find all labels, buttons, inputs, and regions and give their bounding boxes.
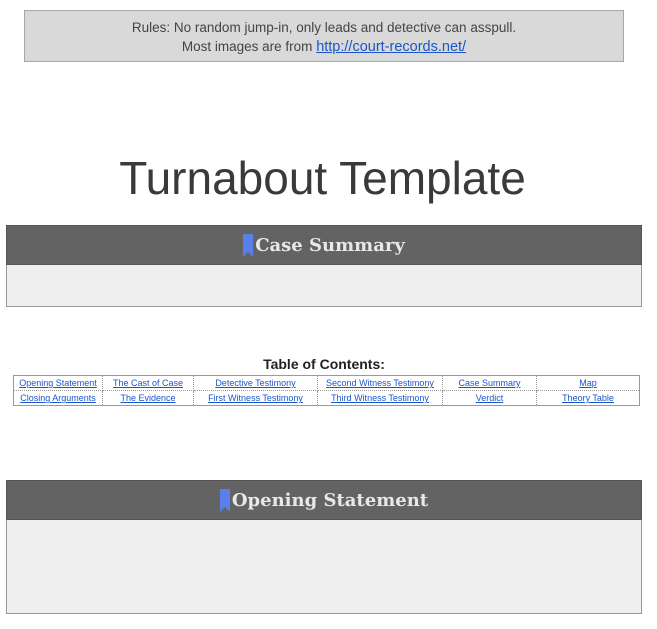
toc-cell: The Cast of Case	[102, 375, 194, 391]
toc-cell: Closing Arguments	[13, 390, 103, 406]
toc-link-map[interactable]: Map	[579, 378, 597, 388]
case-summary-header: Case Summary	[6, 225, 642, 265]
toc-link-case-summary[interactable]: Case Summary	[458, 378, 520, 388]
toc-cell: Theory Table	[536, 390, 640, 406]
toc-link-detective-testimony[interactable]: Detective Testimony	[215, 378, 295, 388]
toc-cell: Verdict	[442, 390, 537, 406]
toc-cell: Second Witness Testimony	[317, 375, 443, 391]
bookmark-icon	[243, 233, 254, 257]
toc-link-first-witness-testimony[interactable]: First Witness Testimony	[208, 393, 303, 403]
court-records-link[interactable]: http://court-records.net/	[316, 39, 466, 55]
toc-cell: Opening Statement	[13, 375, 103, 391]
toc-cell: Detective Testimony	[193, 375, 318, 391]
opening-statement-header: Opening Statement	[6, 480, 642, 520]
bookmark-icon	[219, 488, 230, 512]
opening-statement-title-wrap: Opening Statement	[219, 488, 429, 512]
toc-link-second-witness-testimony[interactable]: Second Witness Testimony	[326, 378, 434, 388]
case-summary-title-wrap: Case Summary	[243, 233, 405, 257]
rules-text: Rules: No random jump-in, only leads and…	[131, 20, 517, 35]
toc-link-theory-table[interactable]: Theory Table	[562, 393, 614, 403]
opening-statement-title: Opening Statement	[231, 489, 429, 511]
toc-cell: Map	[536, 375, 640, 391]
case-summary-body	[6, 265, 642, 307]
opening-statement-body	[6, 520, 642, 614]
page-title: Turnabout Template	[119, 152, 526, 204]
toc-link-evidence[interactable]: The Evidence	[120, 393, 175, 403]
rules-source-prefix: Most images are from	[181, 39, 317, 54]
toc-cell: First Witness Testimony	[193, 390, 318, 406]
case-summary-title: Case Summary	[255, 234, 405, 256]
rules-notice: Rules: No random jump-in, only leads and…	[24, 10, 624, 62]
toc-row: Opening Statement The Cast of Case Detec…	[13, 375, 640, 391]
toc-link-closing-arguments[interactable]: Closing Arguments	[20, 393, 96, 403]
toc-link-verdict[interactable]: Verdict	[476, 393, 504, 403]
toc-heading: Table of Contents:	[263, 356, 385, 372]
toc-row: Closing Arguments The Evidence First Wit…	[13, 390, 640, 406]
toc-link-opening-statement[interactable]: Opening Statement	[19, 378, 97, 388]
toc-cell: Third Witness Testimony	[317, 390, 443, 406]
toc-table: Opening Statement The Cast of Case Detec…	[13, 375, 640, 406]
toc-link-cast-of-case[interactable]: The Cast of Case	[113, 378, 183, 388]
toc-cell: Case Summary	[442, 375, 537, 391]
rules-source-line: Most images are from http://court-record…	[25, 37, 623, 57]
toc-cell: The Evidence	[102, 390, 194, 406]
toc-link-third-witness-testimony[interactable]: Third Witness Testimony	[331, 393, 429, 403]
